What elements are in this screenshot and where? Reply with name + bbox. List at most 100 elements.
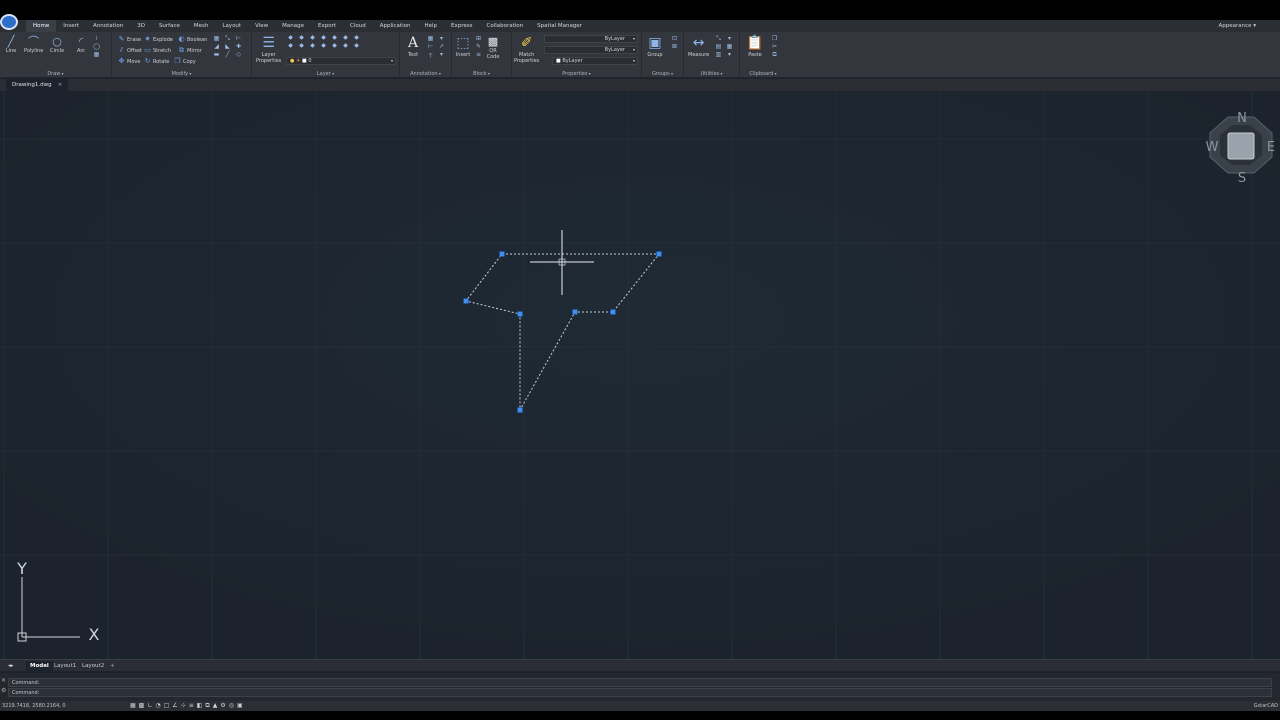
annotation-dropdown-icon[interactable]: ▾ bbox=[437, 52, 446, 58]
isolate-icon[interactable]: ◎ bbox=[229, 702, 234, 710]
add-layout-button[interactable]: + bbox=[106, 661, 119, 671]
grip-point[interactable] bbox=[656, 251, 662, 257]
cut-icon[interactable]: ✂ bbox=[770, 44, 779, 50]
ungroup-icon[interactable]: ⊡ bbox=[670, 36, 679, 42]
table-icon[interactable]: ▦ bbox=[426, 36, 435, 42]
boolean-tool[interactable]: ◐ Boolean bbox=[178, 36, 207, 43]
compass-north-label[interactable]: N bbox=[1237, 111, 1247, 126]
workspace-icon[interactable]: ⚙ bbox=[220, 702, 225, 710]
qr-code-tool[interactable]: ▩ QR Code bbox=[486, 34, 500, 61]
layer-thaw-icon[interactable]: ◆ bbox=[319, 43, 328, 49]
group-tool[interactable]: ▣ Group bbox=[646, 34, 664, 58]
erase-tool[interactable]: ✎ Erase bbox=[118, 36, 141, 43]
properties-panel-title[interactable]: Properties bbox=[512, 71, 641, 77]
layer-on-icon[interactable]: ◆ bbox=[286, 35, 295, 41]
layer-unisolate-icon[interactable]: ◆ bbox=[341, 43, 350, 49]
measure-tool[interactable]: ↔ Measure bbox=[688, 34, 709, 58]
app-logo-icon[interactable] bbox=[0, 14, 18, 30]
dimension-dropdown-icon[interactable]: ▾ bbox=[437, 36, 446, 42]
layer-isolate-icon[interactable]: ◆ bbox=[330, 35, 339, 41]
select-all-icon[interactable]: ▦ bbox=[725, 44, 734, 50]
copy-tool[interactable]: ❐ Copy bbox=[174, 58, 195, 65]
layer-state-icon[interactable]: ◆ bbox=[352, 43, 361, 49]
layer-properties-tool[interactable]: ☰ Layer Properties bbox=[256, 34, 281, 64]
tab-application[interactable]: Application bbox=[373, 20, 418, 32]
tab-manage[interactable]: Manage bbox=[275, 20, 311, 32]
edit-block-icon[interactable]: ✎ bbox=[474, 44, 483, 50]
tab-express[interactable]: Express bbox=[444, 20, 479, 32]
lineweight-icon[interactable]: ≡ bbox=[189, 702, 194, 710]
grip-point[interactable] bbox=[610, 309, 616, 315]
model-space[interactable]: Y X N S E W bbox=[0, 91, 1280, 659]
tab-collaboration[interactable]: Collaboration bbox=[480, 20, 531, 32]
create-block-icon[interactable]: ⊞ bbox=[474, 36, 483, 42]
object-track-icon[interactable]: ∠ bbox=[172, 702, 177, 710]
tab-mesh[interactable]: Mesh bbox=[187, 20, 215, 32]
point-icon[interactable]: ⁞ bbox=[92, 36, 101, 42]
layer-lock-icon[interactable]: ◆ bbox=[319, 35, 328, 41]
tab-annotation[interactable]: Annotation bbox=[86, 20, 130, 32]
mirror-tool[interactable]: ⧉ Mirror bbox=[178, 47, 202, 54]
join-icon[interactable]: ╱ bbox=[223, 52, 232, 58]
tab-3d[interactable]: 3D bbox=[130, 20, 152, 32]
current-layer-dropdown[interactable]: ● ☀ ■ 0 bbox=[286, 57, 396, 65]
viewcube-top-face[interactable] bbox=[1227, 132, 1255, 160]
stretch-tool[interactable]: ▭ Stretch bbox=[144, 47, 171, 54]
polyline-tool[interactable]: ⌒ Polyline bbox=[24, 34, 43, 54]
tab-help[interactable]: Help bbox=[417, 20, 444, 32]
insert-block-tool[interactable]: ⬚ Insert bbox=[454, 34, 472, 58]
command-input[interactable]: Command: bbox=[8, 688, 1272, 697]
chamfer-icon[interactable]: ◣ bbox=[223, 44, 232, 50]
block-panel-title[interactable]: Block bbox=[452, 71, 511, 77]
layer-panel-title[interactable]: Layer bbox=[252, 71, 399, 77]
transparency-icon[interactable]: ◧ bbox=[197, 702, 203, 710]
clean-screen-icon[interactable]: ▣ bbox=[237, 702, 243, 710]
layer-previous-icon[interactable]: ◆ bbox=[352, 35, 361, 41]
explode-tool[interactable]: ✷ Explode bbox=[144, 36, 173, 43]
tab-layout2[interactable]: Layout2 bbox=[78, 661, 108, 671]
fillet-icon[interactable]: ◢ bbox=[212, 44, 221, 50]
grip-point[interactable] bbox=[517, 311, 523, 317]
offset-tool[interactable]: ⫽ Offset bbox=[118, 47, 142, 54]
compass-west-label[interactable]: W bbox=[1206, 140, 1219, 155]
move-tool[interactable]: ✥ Move bbox=[118, 58, 141, 65]
tab-spatial-manager[interactable]: Spatial Manager bbox=[530, 20, 589, 32]
group-edit-icon[interactable]: ⊠ bbox=[670, 44, 679, 50]
utilities-dropdown-icon[interactable]: ▾ bbox=[725, 36, 734, 42]
layer-walk-icon[interactable]: ◆ bbox=[286, 43, 295, 49]
copy-clip-icon[interactable]: ❐ bbox=[770, 36, 779, 42]
rotate-tool[interactable]: ↻ Rotate bbox=[144, 58, 170, 65]
object-snap-icon[interactable]: □ bbox=[164, 702, 170, 710]
grip-point[interactable] bbox=[463, 298, 469, 304]
command-close-icon[interactable]: ✕ bbox=[1, 677, 6, 684]
layer-unlock-icon[interactable]: ◆ bbox=[330, 43, 339, 49]
id-point-icon[interactable]: ⤡ bbox=[714, 36, 723, 42]
dynamic-input-icon[interactable]: ⊹ bbox=[181, 702, 186, 710]
linetype-dropdown[interactable]: ByLayer bbox=[544, 46, 638, 54]
hatch-icon[interactable]: ▦ bbox=[92, 52, 101, 58]
modify-panel-title[interactable]: Modify bbox=[112, 71, 251, 77]
circle-tool[interactable]: ○ Circle bbox=[50, 34, 64, 55]
layout-nav-icon[interactable]: ◂▸ bbox=[4, 661, 18, 671]
layer-merge-icon[interactable]: ◆ bbox=[297, 43, 306, 49]
utilities-dropdown-2-icon[interactable]: ▾ bbox=[725, 52, 734, 58]
break-icon[interactable]: ▬ bbox=[212, 52, 221, 58]
utilities-panel-title[interactable]: Utilities bbox=[684, 71, 739, 77]
ortho-icon[interactable]: ∟ bbox=[147, 702, 152, 710]
appearance-menu[interactable]: Appearance bbox=[1218, 20, 1256, 32]
layer-off-icon[interactable]: ◆ bbox=[297, 35, 306, 41]
leader-icon[interactable]: ↗ bbox=[437, 44, 446, 50]
ellipse-icon[interactable]: ◯ bbox=[92, 44, 101, 50]
scale-icon[interactable]: ⤡ bbox=[223, 36, 232, 42]
layer-match-icon[interactable]: ◆ bbox=[341, 35, 350, 41]
quick-select-icon[interactable]: ▤ bbox=[714, 44, 723, 50]
tab-layout1[interactable]: Layout1 bbox=[50, 661, 80, 671]
layer-delete-icon[interactable]: ◆ bbox=[308, 43, 317, 49]
layer-freeze-icon[interactable]: ◆ bbox=[308, 35, 317, 41]
lineweight-dropdown[interactable]: ByLayer bbox=[544, 35, 638, 43]
extend-icon[interactable]: ✚ bbox=[234, 44, 243, 50]
tab-cloud[interactable]: Cloud bbox=[343, 20, 373, 32]
tab-export[interactable]: Export bbox=[311, 20, 343, 32]
tab-home[interactable]: Home bbox=[26, 20, 57, 32]
tab-surface[interactable]: Surface bbox=[152, 20, 187, 32]
